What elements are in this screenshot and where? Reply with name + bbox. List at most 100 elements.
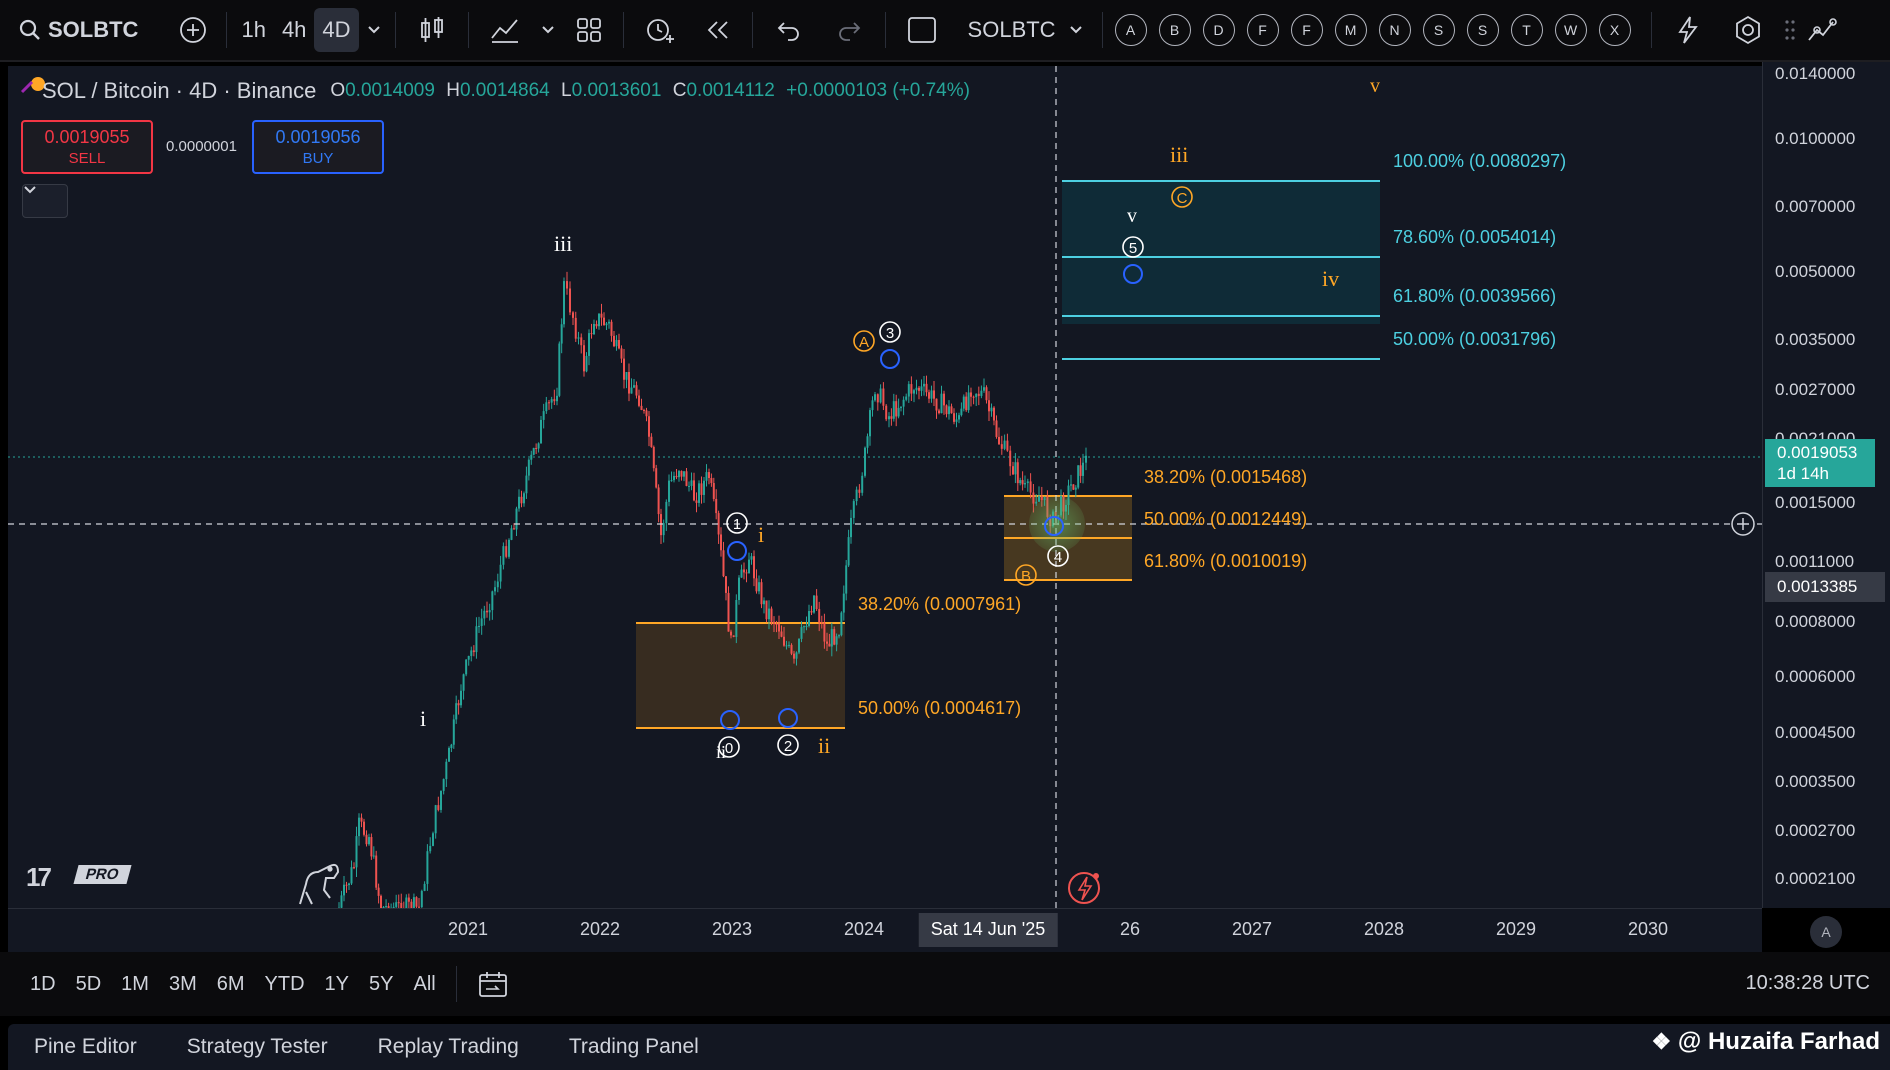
range-6m[interactable]: 6M [217,973,245,996]
range-1y[interactable]: 1Y [325,973,349,996]
chart-pane[interactable]: 100.00% (0.0080297) 78.60% (0.0054014) 6… [8,66,1762,908]
fib-mid-618-label: 61.80% (0.0010019) [1144,551,1307,571]
price-chart[interactable]: 100.00% (0.0080297) 78.60% (0.0054014) 6… [8,66,1762,908]
compare-box-button[interactable] [892,8,952,52]
fib-lower-382-label: 38.20% (0.0007961) [858,594,1021,614]
quick-button-w[interactable]: W [1554,14,1587,46]
candle-body [470,650,473,656]
quick-button-s[interactable]: S [1466,14,1499,46]
tradingview-logo[interactable]: 17 PRO [26,862,138,892]
candle-body [1038,496,1040,502]
compare-symbol[interactable]: SOLBTC [968,8,1056,52]
candle-body [820,622,823,624]
candle-body [445,761,448,780]
chart-type-button[interactable] [402,8,462,52]
dino-icon[interactable] [299,863,340,905]
add-symbol-button[interactable] [178,8,208,52]
undo-button[interactable] [759,8,819,52]
candle-body [897,407,900,417]
time-tick: 2021 [447,919,489,939]
candle-body [783,636,785,646]
candle-body [810,611,813,613]
quick-button-m[interactable]: M [1334,14,1367,46]
ohlc-low-key: L [561,80,572,101]
layouts-button[interactable] [561,8,617,52]
tab-trading-panel[interactable]: Trading Panel [569,1035,699,1059]
range-3m[interactable]: 3M [169,973,197,996]
quick-button-a[interactable]: A [1114,14,1147,46]
clock-time[interactable]: 10:38:28 UTC [1745,972,1870,995]
buy-button[interactable]: 0.0019056 BUY [252,120,384,174]
range-5y[interactable]: 5Y [369,973,393,996]
wave-label-orange-v: v [1370,75,1380,97]
timeframe-dropdown[interactable] [359,8,389,52]
replay-button[interactable] [690,8,746,52]
time-axis[interactable]: 20212022202320242262027202820292030 Sat … [8,908,1762,952]
candle-body [628,372,630,394]
indicators-button[interactable] [475,8,535,52]
compare-dropdown[interactable] [1056,8,1096,52]
range-1d[interactable]: 1D [30,973,56,996]
quick-button-f[interactable]: F [1290,14,1323,46]
undo-icon [777,22,799,41]
symbol-legend[interactable]: SOL / Bitcoin · 4D · Binance O0.0014009 … [22,78,970,104]
auto-scale-button[interactable]: A [1810,916,1842,948]
candle-body [852,501,855,518]
range-1m[interactable]: 1M [121,973,149,996]
add-alert-icon[interactable] [1731,512,1755,536]
alert-button[interactable] [630,8,690,52]
flash-button[interactable] [1658,8,1718,52]
range-ytd[interactable]: YTD [265,973,305,996]
symbol-pair-title[interactable]: SOL / Bitcoin · 4D · Binance [42,78,316,104]
timeframe-4d[interactable]: 4D [314,8,359,52]
candle-body [948,406,950,415]
fib-lower-zone[interactable] [636,622,845,729]
quick-button-d[interactable]: D [1202,14,1235,46]
candle-body [795,652,798,659]
events-flash-icon[interactable] [1068,872,1100,904]
fib-618-label: 61.80% (0.0039566) [1393,286,1556,306]
quick-button-b[interactable]: B [1158,14,1191,46]
last-price-value: 0.0019053 [1777,443,1858,462]
candle-body [955,419,958,422]
candle-body [455,703,458,720]
price-axis[interactable]: 0.0140000 0.0100000 0.0070000 0.0050000 0.00… [1762,62,1890,908]
settings-button[interactable] [1718,8,1778,52]
quick-button-n[interactable]: N [1378,14,1411,46]
svg-text:B: B [1021,568,1031,585]
svg-text:1: 1 [733,516,741,533]
candle-body [732,635,735,637]
quick-button-t[interactable]: T [1510,14,1543,46]
candle-body [368,837,370,845]
symbol-search[interactable]: SOLBTC [18,8,138,52]
candle-body [775,623,778,625]
redo-button[interactable] [819,8,879,52]
quick-button-x[interactable]: X [1598,14,1631,46]
candle-body [770,608,773,622]
replay-icon [707,21,728,39]
range-5d[interactable]: 5D [76,973,102,996]
timeframe-4h[interactable]: 4h [274,8,314,52]
quick-button-s[interactable]: S [1422,14,1455,46]
candle-body [815,595,818,610]
candle-body [545,402,548,412]
ideas-button[interactable] [1802,8,1842,52]
legend-collapse-button[interactable] [22,184,68,218]
timeframe-1h[interactable]: 1h [233,8,273,52]
range-all[interactable]: All [413,973,435,996]
tab-pine-editor[interactable]: Pine Editor [34,1035,137,1059]
candle-body [615,340,618,347]
candle-body [358,817,360,837]
indicators-dropdown[interactable] [535,8,561,52]
watermark-text: @ Huzaifa Farhad [1677,1028,1880,1055]
tab-replay-trading[interactable]: Replay Trading [378,1035,519,1059]
candle-body [605,323,608,326]
quick-button-f[interactable]: F [1246,14,1279,46]
go-to-date-button[interactable] [463,962,523,1006]
wave-circle-3: 3 [879,321,901,343]
tab-strategy-tester[interactable]: Strategy Tester [187,1035,328,1059]
sell-button[interactable]: 0.0019055 SELL [21,120,153,174]
drag-handle-icon[interactable] [1778,8,1802,52]
candle-body [618,340,620,349]
candle-body [527,459,530,476]
